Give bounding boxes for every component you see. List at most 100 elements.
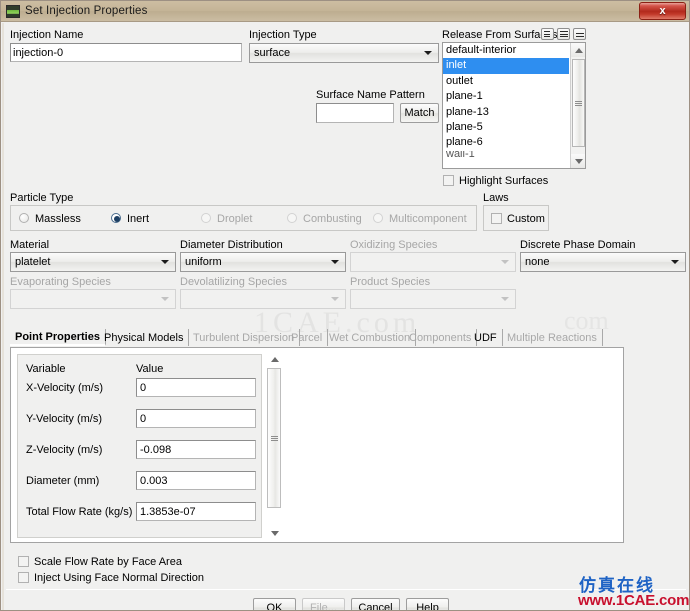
row-input-x-velocity[interactable]: 0 bbox=[136, 378, 256, 397]
tab-udf[interactable]: UDF bbox=[469, 329, 503, 346]
list-all-icon[interactable] bbox=[557, 28, 570, 40]
list-item[interactable]: plane-5 bbox=[443, 120, 569, 135]
injection-type-combo[interactable]: surface bbox=[249, 43, 439, 63]
highlight-surfaces-label: Highlight Surfaces bbox=[459, 175, 549, 187]
cancel-button[interactable]: Cancel bbox=[351, 598, 400, 610]
evaporating-species-combo bbox=[10, 289, 176, 309]
chevron-down-icon bbox=[331, 260, 339, 264]
row-input-z-velocity[interactable]: -0.098 bbox=[136, 440, 256, 459]
radio-inert-label: Inert bbox=[127, 213, 150, 225]
fluent-app-icon bbox=[6, 4, 20, 18]
radio-multicomponent[interactable] bbox=[373, 213, 383, 223]
custom-law-checkbox[interactable] bbox=[491, 213, 502, 224]
scroll-down-icon[interactable] bbox=[571, 154, 585, 168]
chevron-down-icon bbox=[424, 51, 432, 55]
row-input-diameter[interactable]: 0.003 bbox=[136, 471, 256, 490]
diameter-distribution-value: uniform bbox=[185, 256, 222, 268]
release-surfaces-items: default-interior inlet outlet plane-1 pl… bbox=[443, 43, 569, 159]
point-properties-table: Variable Value X-Velocity (m/s) 0 Y-Velo… bbox=[17, 354, 262, 538]
chevron-down-icon bbox=[331, 297, 339, 301]
product-species-combo bbox=[350, 289, 516, 309]
tab-wet-combustion[interactable]: Wet Combustion bbox=[324, 329, 417, 346]
surface-name-pattern-input[interactable] bbox=[316, 103, 394, 123]
tab-components[interactable]: Components bbox=[404, 329, 478, 346]
chevron-down-icon bbox=[501, 260, 509, 264]
custom-law-label: Custom bbox=[507, 213, 545, 225]
discrete-phase-domain-combo[interactable]: none bbox=[520, 252, 686, 272]
row-label-total-flow-rate: Total Flow Rate (kg/s) bbox=[26, 506, 133, 518]
material-value: platelet bbox=[15, 256, 51, 268]
row-input-y-velocity[interactable]: 0 bbox=[136, 409, 256, 428]
laws-label: Laws bbox=[483, 192, 509, 204]
set-injection-properties-dialog: Set Injection Properties x Injection Nam… bbox=[0, 0, 690, 611]
column-header-variable: Variable bbox=[26, 363, 66, 375]
watermark-url: www.1CAE.com bbox=[578, 592, 690, 609]
release-surfaces-listbox[interactable]: default-interior inlet outlet plane-1 pl… bbox=[442, 42, 586, 169]
particle-type-label: Particle Type bbox=[10, 192, 74, 204]
chevron-down-icon bbox=[671, 260, 679, 264]
point-properties-scrollbar[interactable] bbox=[267, 354, 281, 538]
row-label-y-velocity: Y-Velocity (m/s) bbox=[26, 413, 103, 425]
inject-face-normal-label: Inject Using Face Normal Direction bbox=[34, 572, 204, 584]
highlight-surfaces-checkbox[interactable] bbox=[443, 175, 454, 186]
file-button[interactable]: File... bbox=[302, 598, 345, 610]
tab-point-properties[interactable]: Point Properties bbox=[10, 329, 106, 346]
radio-droplet[interactable] bbox=[201, 213, 211, 223]
list-item[interactable]: default-interior bbox=[443, 43, 569, 58]
list-item[interactable]: plane-13 bbox=[443, 105, 569, 120]
match-button[interactable]: Match bbox=[400, 103, 439, 123]
chevron-down-icon bbox=[161, 297, 169, 301]
list-filter-icon[interactable] bbox=[541, 28, 554, 40]
scroll-up-icon[interactable] bbox=[571, 43, 585, 57]
tab-parcel[interactable]: Parcel bbox=[286, 329, 329, 346]
scroll-up-icon[interactable] bbox=[269, 354, 280, 364]
inject-face-normal-checkbox[interactable] bbox=[18, 572, 29, 583]
grip-icon bbox=[270, 435, 278, 442]
diameter-distribution-label: Diameter Distribution bbox=[180, 239, 283, 251]
tab-turbulent-dispersion[interactable]: Turbulent Dispersion bbox=[188, 329, 301, 346]
injection-name-label: Injection Name bbox=[10, 29, 84, 41]
scrollbar-thumb[interactable] bbox=[267, 368, 281, 508]
row-label-x-velocity: X-Velocity (m/s) bbox=[26, 382, 104, 394]
scroll-down-icon[interactable] bbox=[269, 528, 280, 538]
radio-massless[interactable] bbox=[19, 213, 29, 223]
material-label: Material bbox=[10, 239, 50, 251]
row-input-total-flow-rate[interactable]: 1.3853e-07 bbox=[136, 502, 256, 521]
close-icon[interactable]: x bbox=[639, 2, 686, 20]
list-collapse-icon[interactable] bbox=[573, 28, 586, 40]
injection-type-label: Injection Type bbox=[249, 29, 317, 41]
devolatilizing-species-label: Devolatilizing Species bbox=[180, 276, 287, 288]
list-item[interactable]: inlet bbox=[443, 58, 569, 74]
column-header-value: Value bbox=[136, 363, 164, 375]
evaporating-species-label: Evaporating Species bbox=[10, 276, 111, 288]
chevron-down-icon bbox=[501, 297, 509, 301]
list-item[interactable]: wall-1 bbox=[443, 151, 569, 159]
injection-name-input[interactable]: injection-0 bbox=[10, 43, 242, 62]
scrollbar-thumb[interactable] bbox=[572, 59, 585, 147]
radio-inert[interactable] bbox=[111, 213, 121, 223]
oxidizing-species-combo bbox=[350, 252, 516, 272]
point-properties-panel: Variable Value X-Velocity (m/s) 0 Y-Velo… bbox=[10, 347, 624, 543]
material-combo[interactable]: platelet bbox=[10, 252, 176, 272]
discrete-phase-domain-value: none bbox=[525, 256, 550, 268]
diameter-distribution-combo[interactable]: uniform bbox=[180, 252, 346, 272]
help-button[interactable]: Help bbox=[406, 598, 449, 610]
scale-flow-rate-checkbox[interactable] bbox=[18, 556, 29, 567]
oxidizing-species-label: Oxidizing Species bbox=[350, 239, 438, 251]
surface-name-pattern-label: Surface Name Pattern bbox=[316, 89, 425, 101]
scale-flow-rate-label: Scale Flow Rate by Face Area bbox=[34, 556, 182, 568]
dialog-client-area: Injection Name injection-0 Injection Typ… bbox=[2, 23, 688, 610]
list-item[interactable]: plane-1 bbox=[443, 89, 569, 104]
release-surfaces-scrollbar[interactable] bbox=[570, 43, 585, 168]
tab-physical-models[interactable]: Physical Models bbox=[99, 329, 190, 346]
discrete-phase-domain-label: Discrete Phase Domain bbox=[520, 239, 636, 251]
ok-button[interactable]: OK bbox=[253, 598, 296, 610]
list-item[interactable]: plane-6 bbox=[443, 135, 569, 150]
radio-droplet-label: Droplet bbox=[217, 213, 253, 225]
radio-massless-label: Massless bbox=[35, 213, 81, 225]
chevron-down-icon bbox=[161, 260, 169, 264]
radio-combusting[interactable] bbox=[287, 213, 297, 223]
list-item[interactable]: outlet bbox=[443, 74, 569, 89]
title-bar: Set Injection Properties x bbox=[1, 1, 689, 22]
tab-multiple-reactions[interactable]: Multiple Reactions bbox=[502, 329, 603, 346]
